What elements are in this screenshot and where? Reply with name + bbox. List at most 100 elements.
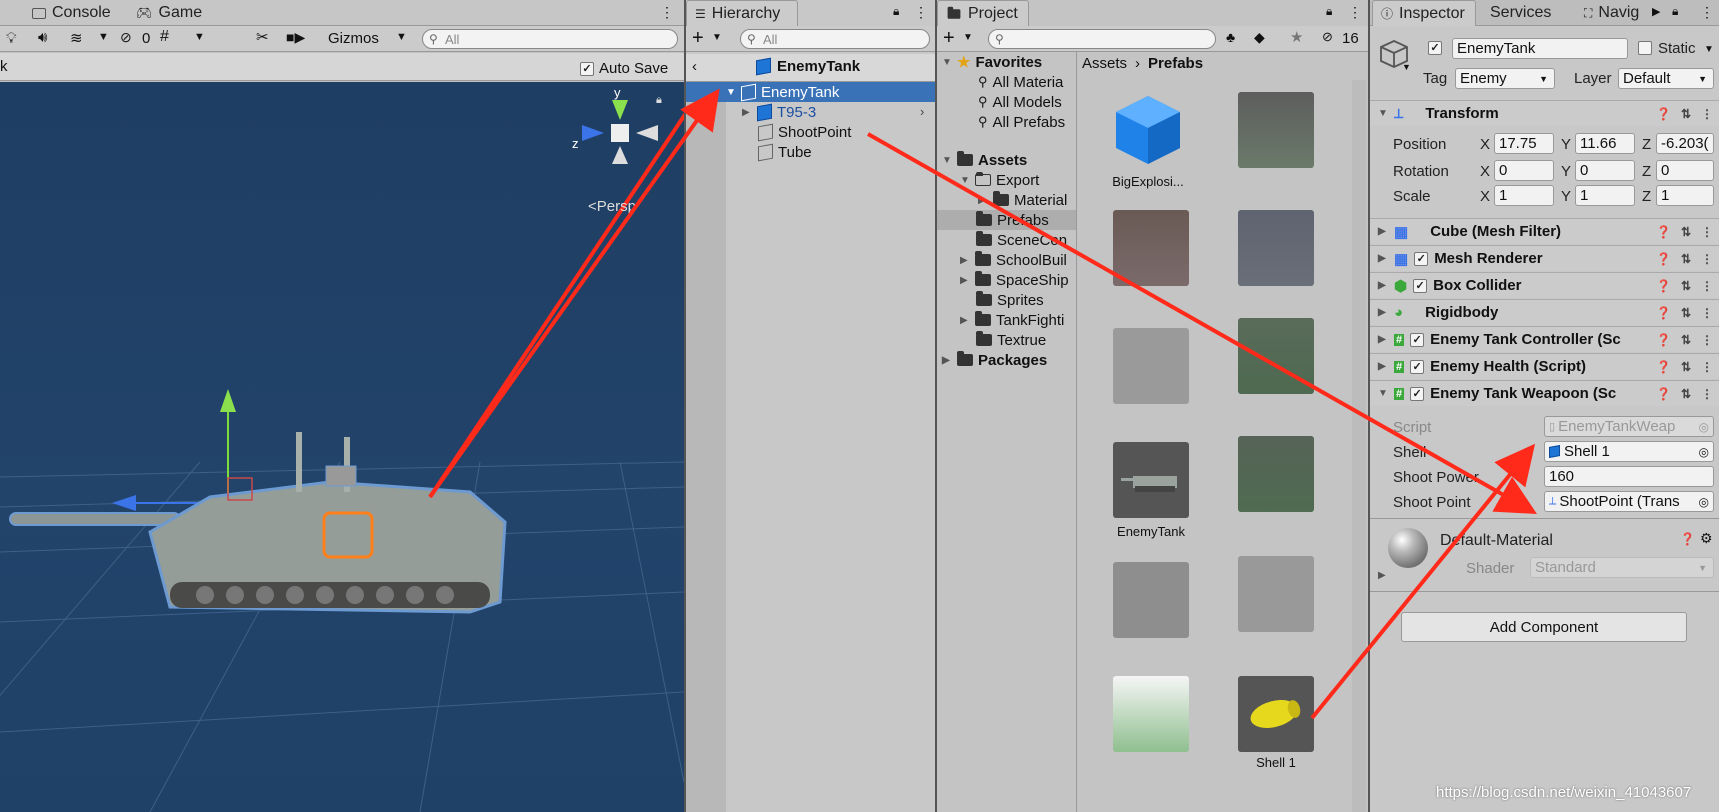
component-enabled-checkbox[interactable]: ✓	[1410, 332, 1425, 347]
project-menu-icon[interactable]: ⋮	[1348, 4, 1362, 21]
dropdown-arrow-icon[interactable]: ▼	[194, 31, 205, 43]
audio-icon[interactable]: 🔊︎	[38, 29, 47, 46]
axis-x-label[interactable]: X	[1480, 188, 1490, 205]
component-enemy-tank-weapon[interactable]: ▼ # ✓ Enemy Tank Weapoon (Sc ❓ ⇅ ⋮	[1370, 380, 1719, 406]
dropdown-arrow-icon[interactable]: ▼	[98, 31, 109, 43]
component-enabled-checkbox[interactable]: ✓	[1410, 359, 1425, 374]
create-plus-icon[interactable]: +	[692, 27, 704, 50]
assets-header[interactable]: ▼ Assets	[942, 150, 1027, 170]
help-icon[interactable]: ❓	[1656, 333, 1671, 347]
hidden-packages-icon[interactable]: ⊘	[1322, 29, 1333, 45]
tab-hierarchy[interactable]: ☰ Hierarchy	[686, 0, 798, 26]
inspector-menu-icon[interactable]: ⋮	[1700, 4, 1714, 21]
settings-slider-icon[interactable]: ⇅	[1681, 333, 1691, 347]
expand-arrow-icon[interactable]: ▶	[978, 195, 988, 206]
component-enemy-tank-controller[interactable]: ▶ # ✓ Enemy Tank Controller (Sc ❓ ⇅ ⋮	[1370, 326, 1719, 352]
search-by-label-icon[interactable]: ◆	[1254, 29, 1265, 46]
hierarchy-menu-icon[interactable]: ⋮	[914, 4, 928, 21]
component-mesh-renderer[interactable]: ▶ ▦ ✓ Mesh Renderer ❓ ⇅ ⋮	[1370, 245, 1719, 271]
asset-thumbnail[interactable]	[1238, 556, 1314, 632]
expand-arrow-icon[interactable]: ▶	[942, 355, 952, 366]
gear-icon[interactable]: ⚙	[1700, 530, 1713, 547]
axis-x-label[interactable]: X	[1480, 136, 1490, 153]
settings-slider-icon[interactable]: ⇅	[1681, 252, 1691, 266]
rotation-x-field[interactable]: 0	[1494, 160, 1554, 181]
expand-arrow-icon[interactable]: ▼	[960, 175, 970, 186]
favorite-item[interactable]: ⚲ All Prefabs	[978, 112, 1065, 132]
component-menu-icon[interactable]: ⋮	[1701, 360, 1713, 374]
scene-menu-icon[interactable]: ⋮	[660, 4, 674, 21]
expand-arrow-icon[interactable]: ▼	[1378, 108, 1388, 119]
expand-arrow-icon[interactable]: ▼	[1378, 388, 1388, 399]
hierarchy-item-tube[interactable]: Tube	[758, 142, 812, 162]
folder-item-material[interactable]: ▶ Material	[978, 190, 1067, 210]
asset-shell1-thumbnail[interactable]	[1238, 676, 1314, 752]
scene-search-input[interactable]: ⚲ All	[422, 29, 678, 49]
folder-item-prefabs[interactable]: Prefabs	[976, 210, 1049, 230]
project-search-input[interactable]: ⚲	[988, 29, 1216, 49]
axis-z-label[interactable]: Z	[1642, 136, 1651, 153]
shader-dropdown[interactable]: Standard ▼	[1530, 557, 1714, 578]
hierarchy-item-t95-3[interactable]: ▶ T95-3	[742, 102, 932, 122]
axis-z-label[interactable]: Z	[1642, 163, 1651, 180]
help-icon[interactable]: ❓	[1656, 107, 1671, 121]
shoot-power-field[interactable]: 160	[1544, 466, 1714, 487]
asset-enemytank-thumbnail[interactable]	[1113, 442, 1189, 518]
tab-navigation[interactable]: ⛶ Navig	[1576, 0, 1647, 26]
component-menu-icon[interactable]: ⋮	[1701, 107, 1713, 121]
rotation-z-field[interactable]: 0	[1656, 160, 1714, 181]
gizmos-dropdown[interactable]: Gizmos	[328, 30, 379, 47]
component-menu-icon[interactable]: ⋮	[1701, 279, 1713, 293]
asset-bigexplosion[interactable]	[1110, 92, 1186, 168]
expand-arrow-icon[interactable]: ▶	[1378, 570, 1386, 581]
scale-z-field[interactable]: 1	[1656, 185, 1714, 206]
asset-thumbnail[interactable]	[1113, 676, 1189, 752]
object-picker-icon[interactable]: ◎	[1699, 445, 1709, 459]
tab-game[interactable]: 🎮︎ Game	[128, 0, 210, 26]
rotation-y-field[interactable]: 0	[1575, 160, 1635, 181]
tab-inspector[interactable]: ⓘ Inspector	[1372, 0, 1476, 26]
favorite-star-icon[interactable]: ★	[1290, 28, 1303, 46]
shoot-point-field[interactable]: ⟂ ShootPoint (Trans ◎	[1544, 491, 1714, 512]
component-transform[interactable]: ▼ ⟂ Transform ❓ ⇅ ⋮	[1370, 100, 1719, 126]
tab-overflow-arrow-icon[interactable]: ▶	[1652, 5, 1660, 18]
breadcrumb-assets[interactable]: Assets	[1082, 55, 1127, 72]
dropdown-arrow-icon[interactable]: ▼	[1402, 62, 1411, 72]
help-icon[interactable]: ❓	[1656, 252, 1671, 266]
component-enabled-checkbox[interactable]: ✓	[1413, 278, 1428, 293]
lock-icon[interactable]: 🔒︎	[1326, 4, 1332, 19]
folder-item-scenecon[interactable]: SceneCon	[976, 230, 1067, 250]
folder-item-sprites[interactable]: Sprites	[976, 290, 1044, 310]
folder-item-export[interactable]: ▼ Export	[960, 170, 1039, 190]
component-menu-icon[interactable]: ⋮	[1701, 306, 1713, 320]
expand-arrow-icon[interactable]: ▶	[1378, 253, 1388, 264]
component-menu-icon[interactable]: ⋮	[1701, 252, 1713, 266]
axis-y-label[interactable]: Y	[1561, 163, 1571, 180]
enemy-tank-model[interactable]	[9, 389, 507, 614]
packages-header[interactable]: ▶ Packages	[942, 350, 1047, 370]
component-enabled-checkbox[interactable]: ✓	[1414, 251, 1429, 266]
object-name-field[interactable]: EnemyTank	[1452, 38, 1628, 59]
settings-slider-icon[interactable]: ⇅	[1681, 225, 1691, 239]
add-component-button[interactable]: Add Component	[1401, 612, 1687, 642]
hierarchy-item-shootpoint[interactable]: ShootPoint	[758, 122, 851, 142]
tab-services[interactable]: Services	[1482, 0, 1559, 26]
help-icon[interactable]: ❓	[1656, 360, 1671, 374]
folder-item-tankfighti[interactable]: ▶ TankFighti	[960, 310, 1064, 330]
orientation-gizmo[interactable]	[582, 100, 658, 164]
help-icon[interactable]: ❓	[1656, 306, 1671, 320]
component-menu-icon[interactable]: ⋮	[1701, 225, 1713, 239]
settings-slider-icon[interactable]: ⇅	[1681, 360, 1691, 374]
asset-thumbnail[interactable]	[1113, 562, 1189, 638]
asset-thumbnail[interactable]	[1113, 210, 1189, 286]
dropdown-arrow-icon[interactable]: ▼	[1704, 44, 1714, 55]
static-checkbox[interactable]	[1638, 41, 1652, 55]
lock-icon[interactable]: 🔒︎	[1672, 4, 1678, 19]
dropdown-arrow-icon[interactable]: ▼	[396, 31, 407, 43]
position-z-field[interactable]: -6.203(	[1656, 133, 1714, 154]
asset-thumbnail[interactable]	[1113, 328, 1189, 404]
expand-arrow-icon[interactable]: ▶	[1378, 226, 1388, 237]
scale-x-field[interactable]: 1	[1494, 185, 1554, 206]
expand-arrow-icon[interactable]: ▶	[1378, 280, 1388, 291]
tag-dropdown[interactable]: Enemy ▼	[1455, 68, 1555, 89]
